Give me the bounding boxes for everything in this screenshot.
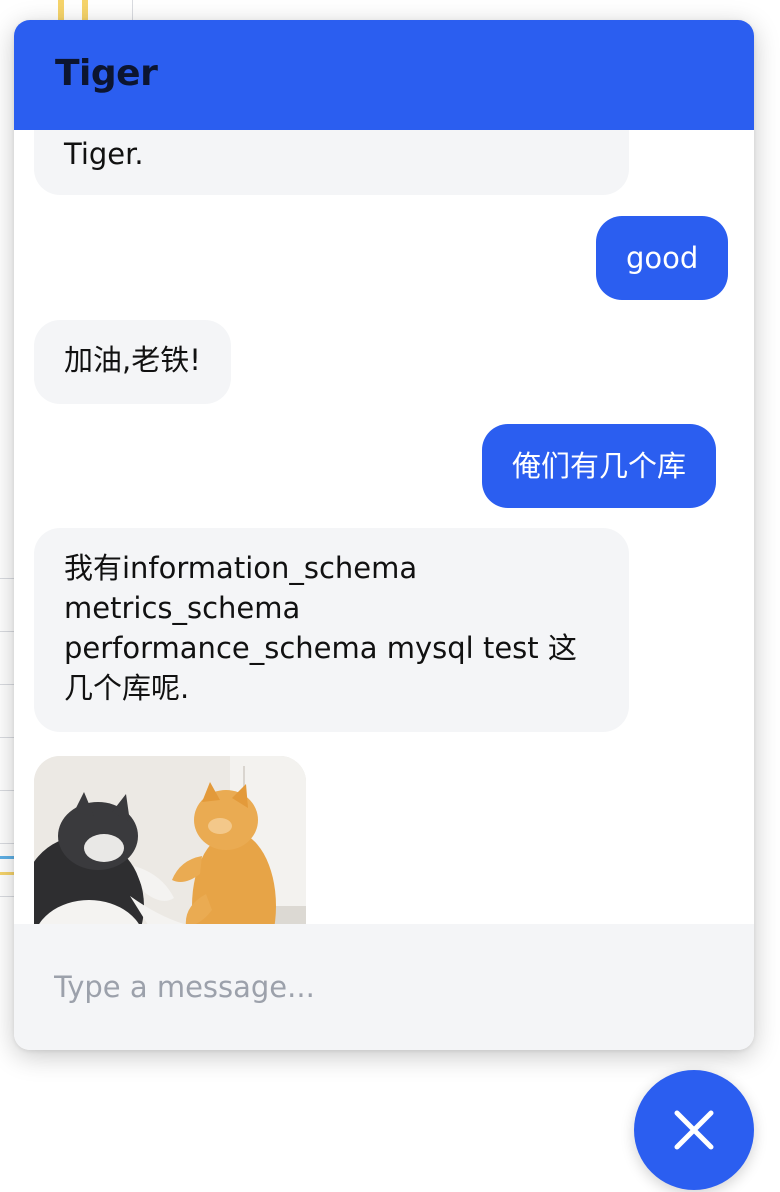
- chat-title: Tiger: [55, 53, 158, 94]
- user-message: good: [596, 216, 729, 300]
- user-message: 俺们有几个库: [482, 424, 717, 508]
- message-composer: [14, 924, 754, 1050]
- message-list[interactable]: Tiger. good 加油,老铁! 俺们有几个库 我有information_…: [14, 130, 754, 924]
- message-input[interactable]: [54, 962, 714, 1012]
- background-chart-line: [0, 872, 14, 875]
- background-chart-bar: [58, 0, 64, 20]
- chat-window: Tiger Tiger. good 加油,老铁! 俺们有几个库 我有inform…: [14, 20, 754, 1050]
- bot-message: 我有information_schema metrics_schema perf…: [34, 528, 629, 732]
- cat-gif-image[interactable]: [34, 756, 306, 924]
- background-divider: [132, 0, 133, 22]
- bot-message: Tiger.: [34, 130, 629, 195]
- bot-message: 加油,老铁!: [34, 320, 231, 404]
- close-chat-button[interactable]: [634, 1070, 754, 1190]
- close-icon: [674, 1110, 714, 1150]
- background-chart-grid: [0, 578, 14, 899]
- background-chart-line: [0, 856, 14, 859]
- fighting-cats-image: [34, 756, 306, 924]
- background-chart-bar: [82, 0, 88, 20]
- chat-header: Tiger: [14, 20, 754, 130]
